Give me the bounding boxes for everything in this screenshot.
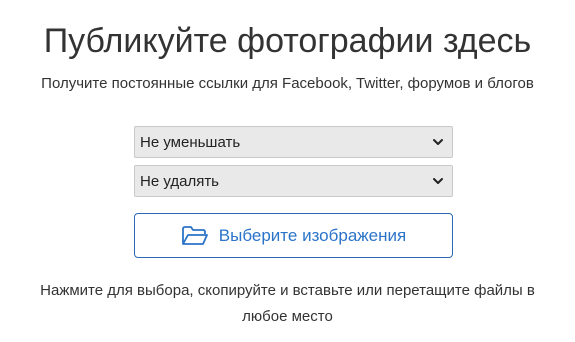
- choose-images-button[interactable]: Выберите изображения: [134, 213, 453, 258]
- resize-select-value: Не уменьшать: [140, 133, 241, 151]
- expire-select[interactable]: Не удалять: [134, 165, 453, 197]
- chevron-down-icon: [432, 136, 444, 148]
- resize-select[interactable]: Не уменьшать: [134, 126, 453, 158]
- choose-images-label: Выберите изображения: [218, 225, 407, 245]
- upload-hint: Нажмите для выбора, скопируйте и вставьт…: [40, 282, 535, 325]
- upload-page: Публикуйте фотографии здесь Получите пос…: [0, 0, 575, 342]
- chevron-down-icon: [432, 175, 444, 187]
- expire-select-value: Не удалять: [140, 172, 219, 190]
- page-subtitle: Получите постоянные ссылки для Facebook,…: [41, 75, 534, 92]
- folder-open-icon: [181, 225, 209, 247]
- page-title: Публикуйте фотографии здесь: [43, 22, 532, 60]
